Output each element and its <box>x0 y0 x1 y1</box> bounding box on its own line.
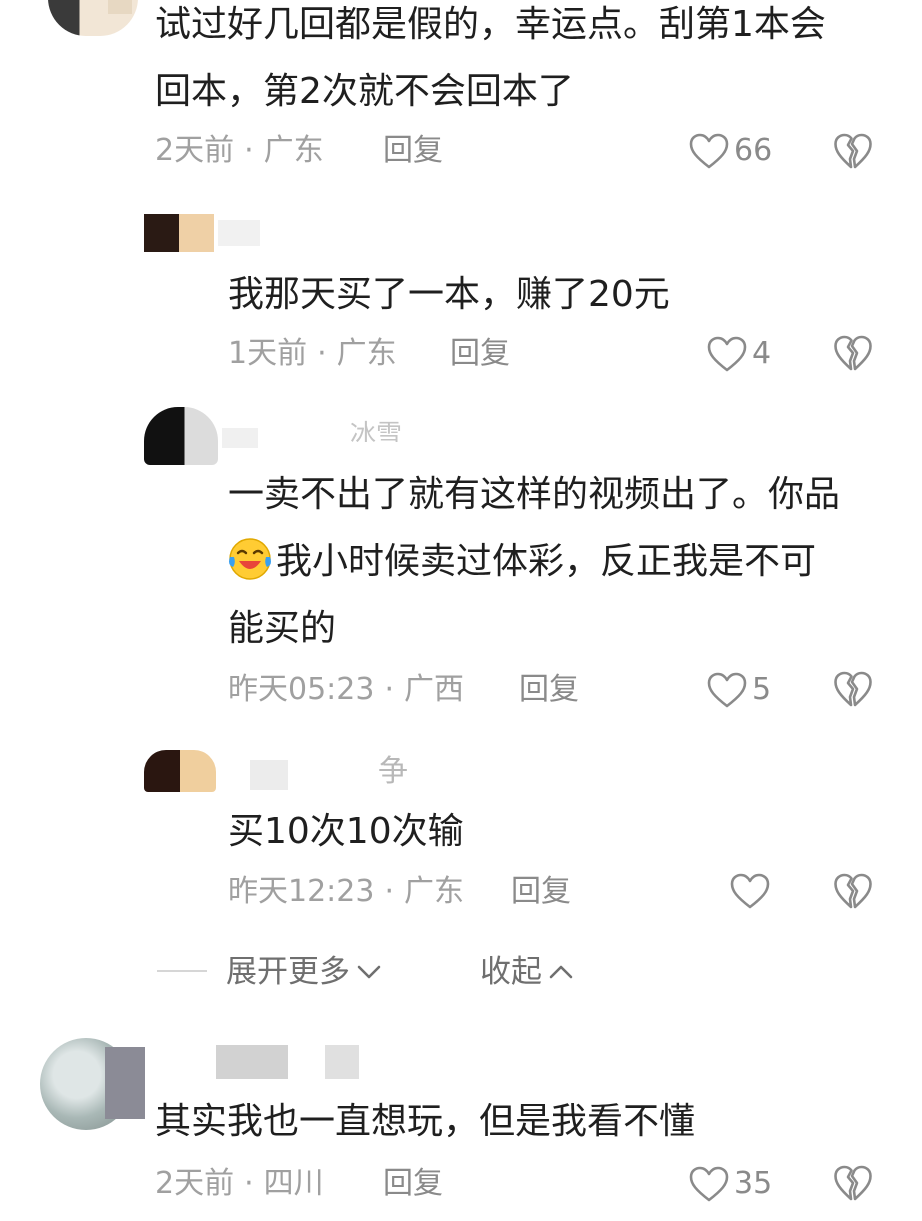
comment-location: 广西 <box>404 672 465 707</box>
expand-more-label: 展开更多 <box>226 954 350 990</box>
meta-separator: · <box>244 1166 254 1201</box>
reply-button[interactable]: 回复 <box>511 872 571 912</box>
comment-meta: 昨天05:23 · 广西 <box>228 670 464 710</box>
comment-text: 买10次10次输 <box>228 811 464 852</box>
like-count: 35 <box>734 1166 773 1201</box>
username-fragment: 冰雪 <box>350 420 403 442</box>
chevron-down-icon <box>357 965 381 979</box>
divider-line <box>157 970 207 972</box>
broken-heart-icon <box>834 1165 872 1201</box>
comment-text: 我小时候卖过体彩，反正我是不可 <box>228 530 816 594</box>
comment-text: 我那天买了一本，赚了20元 <box>228 274 670 315</box>
comment-meta: 昨天12:23 · 广东 <box>228 872 464 912</box>
comment-meta: 1天前 · 广东 <box>228 334 397 374</box>
like-button[interactable]: 4 <box>706 334 771 374</box>
avatar[interactable] <box>144 750 216 792</box>
avatar[interactable] <box>144 407 218 465</box>
collapse-button[interactable]: 收起 <box>480 950 574 994</box>
expand-more-button[interactable]: 展开更多 <box>226 950 382 994</box>
heart-outline-icon <box>689 133 729 169</box>
comment-time: 昨天05:23 <box>228 672 375 707</box>
broken-heart-icon <box>834 671 872 707</box>
reply-button[interactable]: 回复 <box>450 334 510 374</box>
like-count: 66 <box>734 133 773 168</box>
dislike-button[interactable] <box>833 1164 873 1206</box>
broken-heart-icon <box>834 873 872 909</box>
reply-button[interactable]: 回复 <box>519 670 579 710</box>
dislike-button[interactable] <box>833 670 873 712</box>
username-redacted <box>216 1045 288 1079</box>
username-fragment: 争 <box>378 754 408 789</box>
broken-heart-icon <box>834 335 872 371</box>
dislike-button[interactable] <box>833 334 873 376</box>
dislike-button[interactable] <box>833 872 873 914</box>
broken-heart-icon <box>834 133 872 169</box>
comment-text: 试过好几回都是假的，幸运点。刮第1本会 <box>155 4 826 45</box>
heart-outline-icon <box>707 672 747 708</box>
username-redacted <box>222 428 258 448</box>
meta-separator: · <box>244 133 254 168</box>
comment-location: 四川 <box>263 1166 324 1201</box>
like-count: 4 <box>752 336 772 371</box>
avatar-overlay <box>105 1047 145 1119</box>
avatar[interactable] <box>144 214 214 252</box>
username-redacted <box>250 760 288 790</box>
comment-text: 能买的 <box>228 608 337 649</box>
comment-time: 2天前 <box>155 1166 235 1201</box>
laughing-crying-emoji-icon <box>229 538 271 580</box>
avatar[interactable] <box>108 0 132 14</box>
comment-meta: 2天前 · 四川 <box>155 1164 324 1204</box>
meta-separator: · <box>384 672 395 707</box>
like-button[interactable]: 35 <box>688 1164 772 1204</box>
username-redacted <box>218 220 260 246</box>
reply-button[interactable]: 回复 <box>383 131 443 171</box>
reply-button[interactable]: 回复 <box>383 1164 443 1204</box>
chevron-up-icon <box>549 965 573 979</box>
comment-text: 其实我也一直想玩，但是我看不懂 <box>155 1101 696 1142</box>
comment-text: 回本，第2次就不会回本了 <box>155 71 574 112</box>
heart-outline-icon <box>689 1166 729 1202</box>
like-button[interactable] <box>729 872 775 910</box>
like-count: 5 <box>752 672 772 707</box>
meta-separator: · <box>317 336 327 371</box>
dislike-button[interactable] <box>833 132 873 174</box>
comment-time: 昨天12:23 <box>228 874 375 909</box>
comment-time: 1天前 <box>228 336 308 371</box>
comment-location: 广东 <box>336 336 397 371</box>
heart-outline-icon <box>730 873 770 909</box>
like-button[interactable]: 66 <box>688 131 772 171</box>
collapse-label: 收起 <box>480 954 542 990</box>
username-redacted <box>325 1045 359 1079</box>
replies-controls: 展开更多 收起 <box>0 950 922 994</box>
like-button[interactable]: 5 <box>706 670 771 710</box>
comment-location: 广东 <box>404 874 465 909</box>
comment-text-line: 我小时候卖过体彩，反正我是不可 <box>276 541 817 582</box>
comment-meta: 2天前 · 广东 <box>155 131 324 171</box>
comment-location: 广东 <box>263 133 324 168</box>
comment-time: 2天前 <box>155 133 235 168</box>
comment-text: 一卖不出了就有这样的视频出了。你品 <box>228 474 841 515</box>
meta-separator: · <box>384 874 395 909</box>
heart-outline-icon <box>707 336 747 372</box>
